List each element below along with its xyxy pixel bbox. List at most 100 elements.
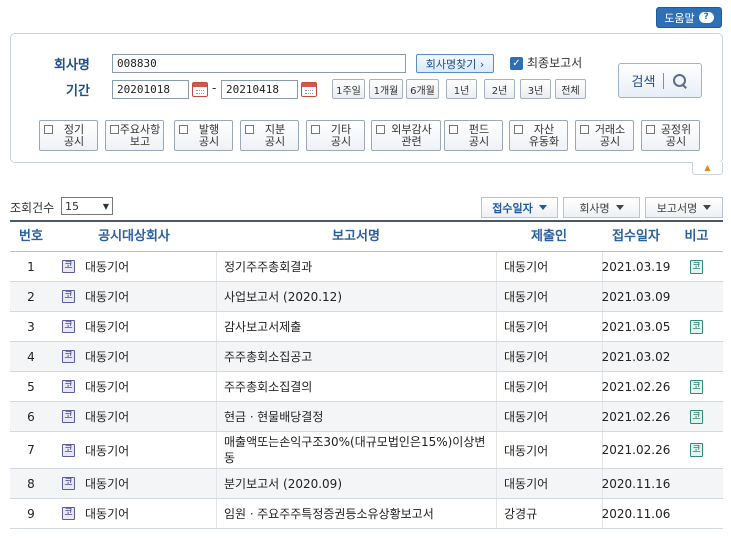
calendar-icon[interactable] xyxy=(192,82,208,97)
report-cell: 주주총회소집공고 xyxy=(216,342,496,371)
date-cell: 2021.02.26 xyxy=(601,379,671,394)
question-icon: ? xyxy=(698,12,714,23)
period-1week-button[interactable]: 1주일 xyxy=(332,79,365,99)
report-link[interactable]: 임원ㆍ주요주주특정증권등소유상황보고서 xyxy=(224,506,434,522)
collapse-panel-button[interactable]: ▲ xyxy=(692,162,723,175)
type-fund-button[interactable]: 펀드 공시 xyxy=(444,120,503,151)
final-report-label: 최종보고서 xyxy=(527,56,583,70)
checkbox-icon xyxy=(514,125,523,134)
table-row: 4 코 대동기어 주주총회소집공고 대동기어 2021.03.02 xyxy=(10,342,723,372)
company-link[interactable]: 대동기어 xyxy=(85,348,129,365)
row-number: 2 xyxy=(27,289,35,304)
caret-down-icon xyxy=(615,205,624,210)
type-issue-button[interactable]: 발행 공시 xyxy=(174,120,233,151)
kosdaq-note-icon[interactable]: 코 xyxy=(690,379,703,394)
submitter-cell: 대동기어 xyxy=(504,350,549,364)
header-date: 접수일자 xyxy=(612,229,660,244)
company-link[interactable]: 대동기어 xyxy=(85,442,129,459)
kosdaq-note-icon[interactable]: 코 xyxy=(690,443,703,457)
period-6month-button[interactable]: 6개월 xyxy=(406,79,439,99)
table-body: 1 코 대동기어 정기주주총회결과 대동기어 2021.03.19 코 2 코 대동기어 사업보고서… xyxy=(10,252,723,529)
calendar-icon[interactable] xyxy=(301,82,317,97)
type-ftc-button[interactable]: 공정위 공시 xyxy=(641,120,700,151)
type-regular-button[interactable]: 정기 공시 xyxy=(39,120,98,151)
company-cell: 코 대동기어 xyxy=(52,499,216,528)
type-exchange-button[interactable]: 거래소 공시 xyxy=(575,120,634,151)
checkbox-icon xyxy=(245,125,254,134)
report-link[interactable]: 주주총회소집결의 xyxy=(224,379,312,395)
period-1month-button[interactable]: 1개월 xyxy=(369,79,403,99)
table-row: 6 코 대동기어 현금ㆍ현물배당결정 대동기어 2021.02.26 코 xyxy=(10,402,723,432)
find-company-button[interactable]: 회사명찾기 › xyxy=(416,54,494,73)
note-cell: 코 xyxy=(670,252,723,281)
company-link[interactable]: 대동기어 xyxy=(85,505,129,522)
date-cell: 2020.11.06 xyxy=(601,506,671,521)
start-date-input[interactable]: 20201018 xyxy=(112,80,189,99)
company-cell: 코 대동기어 xyxy=(52,312,216,341)
chevron-up-icon: ▲ xyxy=(704,163,711,172)
checkbox-icon xyxy=(449,125,458,134)
company-link[interactable]: 대동기어 xyxy=(85,408,129,425)
company-cell: 코 대동기어 xyxy=(52,469,216,498)
kosdaq-note-icon[interactable]: 코 xyxy=(690,409,703,424)
table-row: 1 코 대동기어 정기주주총회결과 대동기어 2021.03.19 코 xyxy=(10,252,723,282)
count-select[interactable]: 15 ▼ xyxy=(61,197,113,215)
sort-report-button[interactable]: 보고서명 xyxy=(645,197,723,218)
help-button[interactable]: 도움말 ? xyxy=(656,7,722,28)
company-link[interactable]: 대동기어 xyxy=(85,288,129,305)
company-cell: 코 대동기어 xyxy=(52,252,216,281)
row-number: 5 xyxy=(27,379,35,394)
report-link[interactable]: 정기주주총회결과 xyxy=(224,259,312,275)
kosdaq-badge-icon: 코 xyxy=(62,260,75,273)
type-audit-button[interactable]: 외부감사 관련 xyxy=(371,120,441,151)
header-no: 번호 xyxy=(19,229,43,244)
report-link[interactable]: 주주총회소집공고 xyxy=(224,349,312,365)
date-cell: 2021.03.09 xyxy=(601,289,671,304)
final-report-checkbox[interactable]: ✓ xyxy=(510,57,523,70)
table-row: 7 코 대동기어 매출액또는손익구조30%(대규모법인은15%)이상변동 대동기어 202… xyxy=(10,432,723,469)
date-cell: 2021.03.02 xyxy=(601,349,671,364)
company-link[interactable]: 대동기어 xyxy=(85,475,129,492)
period-3year-button[interactable]: 3년 xyxy=(520,79,551,99)
submitter-cell: 대동기어 xyxy=(504,380,549,394)
row-number: 3 xyxy=(27,319,35,334)
search-button[interactable]: 검색 xyxy=(618,63,702,98)
report-link[interactable]: 매출액또는손익구조30%(대규모법인은15%)이상변동 xyxy=(224,434,492,466)
kosdaq-note-icon[interactable]: 코 xyxy=(690,259,703,274)
caret-down-icon xyxy=(703,205,712,210)
note-cell xyxy=(670,499,723,528)
sort-date-button[interactable]: 접수일자 xyxy=(481,197,558,218)
submitter-cell: 대동기어 xyxy=(504,290,549,304)
sort-company-button[interactable]: 회사명 xyxy=(563,197,640,218)
row-number: 4 xyxy=(27,349,35,364)
note-cell xyxy=(670,342,723,371)
submitter-cell: 대동기어 xyxy=(504,320,549,334)
type-major-button[interactable]: 주요사항 보고 xyxy=(105,120,164,151)
report-link[interactable]: 감사보고서제출 xyxy=(224,319,301,335)
header-note: 비고 xyxy=(684,229,709,244)
caret-down-icon xyxy=(538,205,547,210)
table-row: 2 코 대동기어 사업보고서 (2020.12) 대동기어 2021.03.09 xyxy=(10,282,723,312)
period-2year-button[interactable]: 2년 xyxy=(484,79,515,99)
submitter-cell: 대동기어 xyxy=(504,443,549,458)
kosdaq-note-icon[interactable]: 코 xyxy=(690,319,703,334)
submitter-cell: 강경규 xyxy=(504,507,538,521)
type-equity-button[interactable]: 지분 공시 xyxy=(240,120,299,151)
period-1year-button[interactable]: 1년 xyxy=(446,79,477,99)
note-cell: 코 xyxy=(670,372,723,401)
report-link[interactable]: 분기보고서 (2020.09) xyxy=(224,476,342,492)
search-icon xyxy=(672,73,688,89)
company-cell: 코 대동기어 xyxy=(52,432,216,468)
company-link[interactable]: 대동기어 xyxy=(85,318,129,335)
end-date-input[interactable]: 20210418 xyxy=(221,80,298,99)
period-all-button[interactable]: 전체 xyxy=(555,79,586,99)
report-link[interactable]: 현금ㆍ현물배당결정 xyxy=(224,409,323,425)
report-link[interactable]: 사업보고서 (2020.12) xyxy=(224,289,342,305)
submitter-cell: 대동기어 xyxy=(504,260,549,274)
type-other-button[interactable]: 기타 공시 xyxy=(306,120,365,151)
type-abs-button[interactable]: 자산 유동화 xyxy=(509,120,568,151)
company-link[interactable]: 대동기어 xyxy=(85,258,129,275)
company-link[interactable]: 대동기어 xyxy=(85,378,129,395)
company-input[interactable]: 008830 xyxy=(112,54,406,73)
count-label: 조회건수 xyxy=(10,201,55,215)
